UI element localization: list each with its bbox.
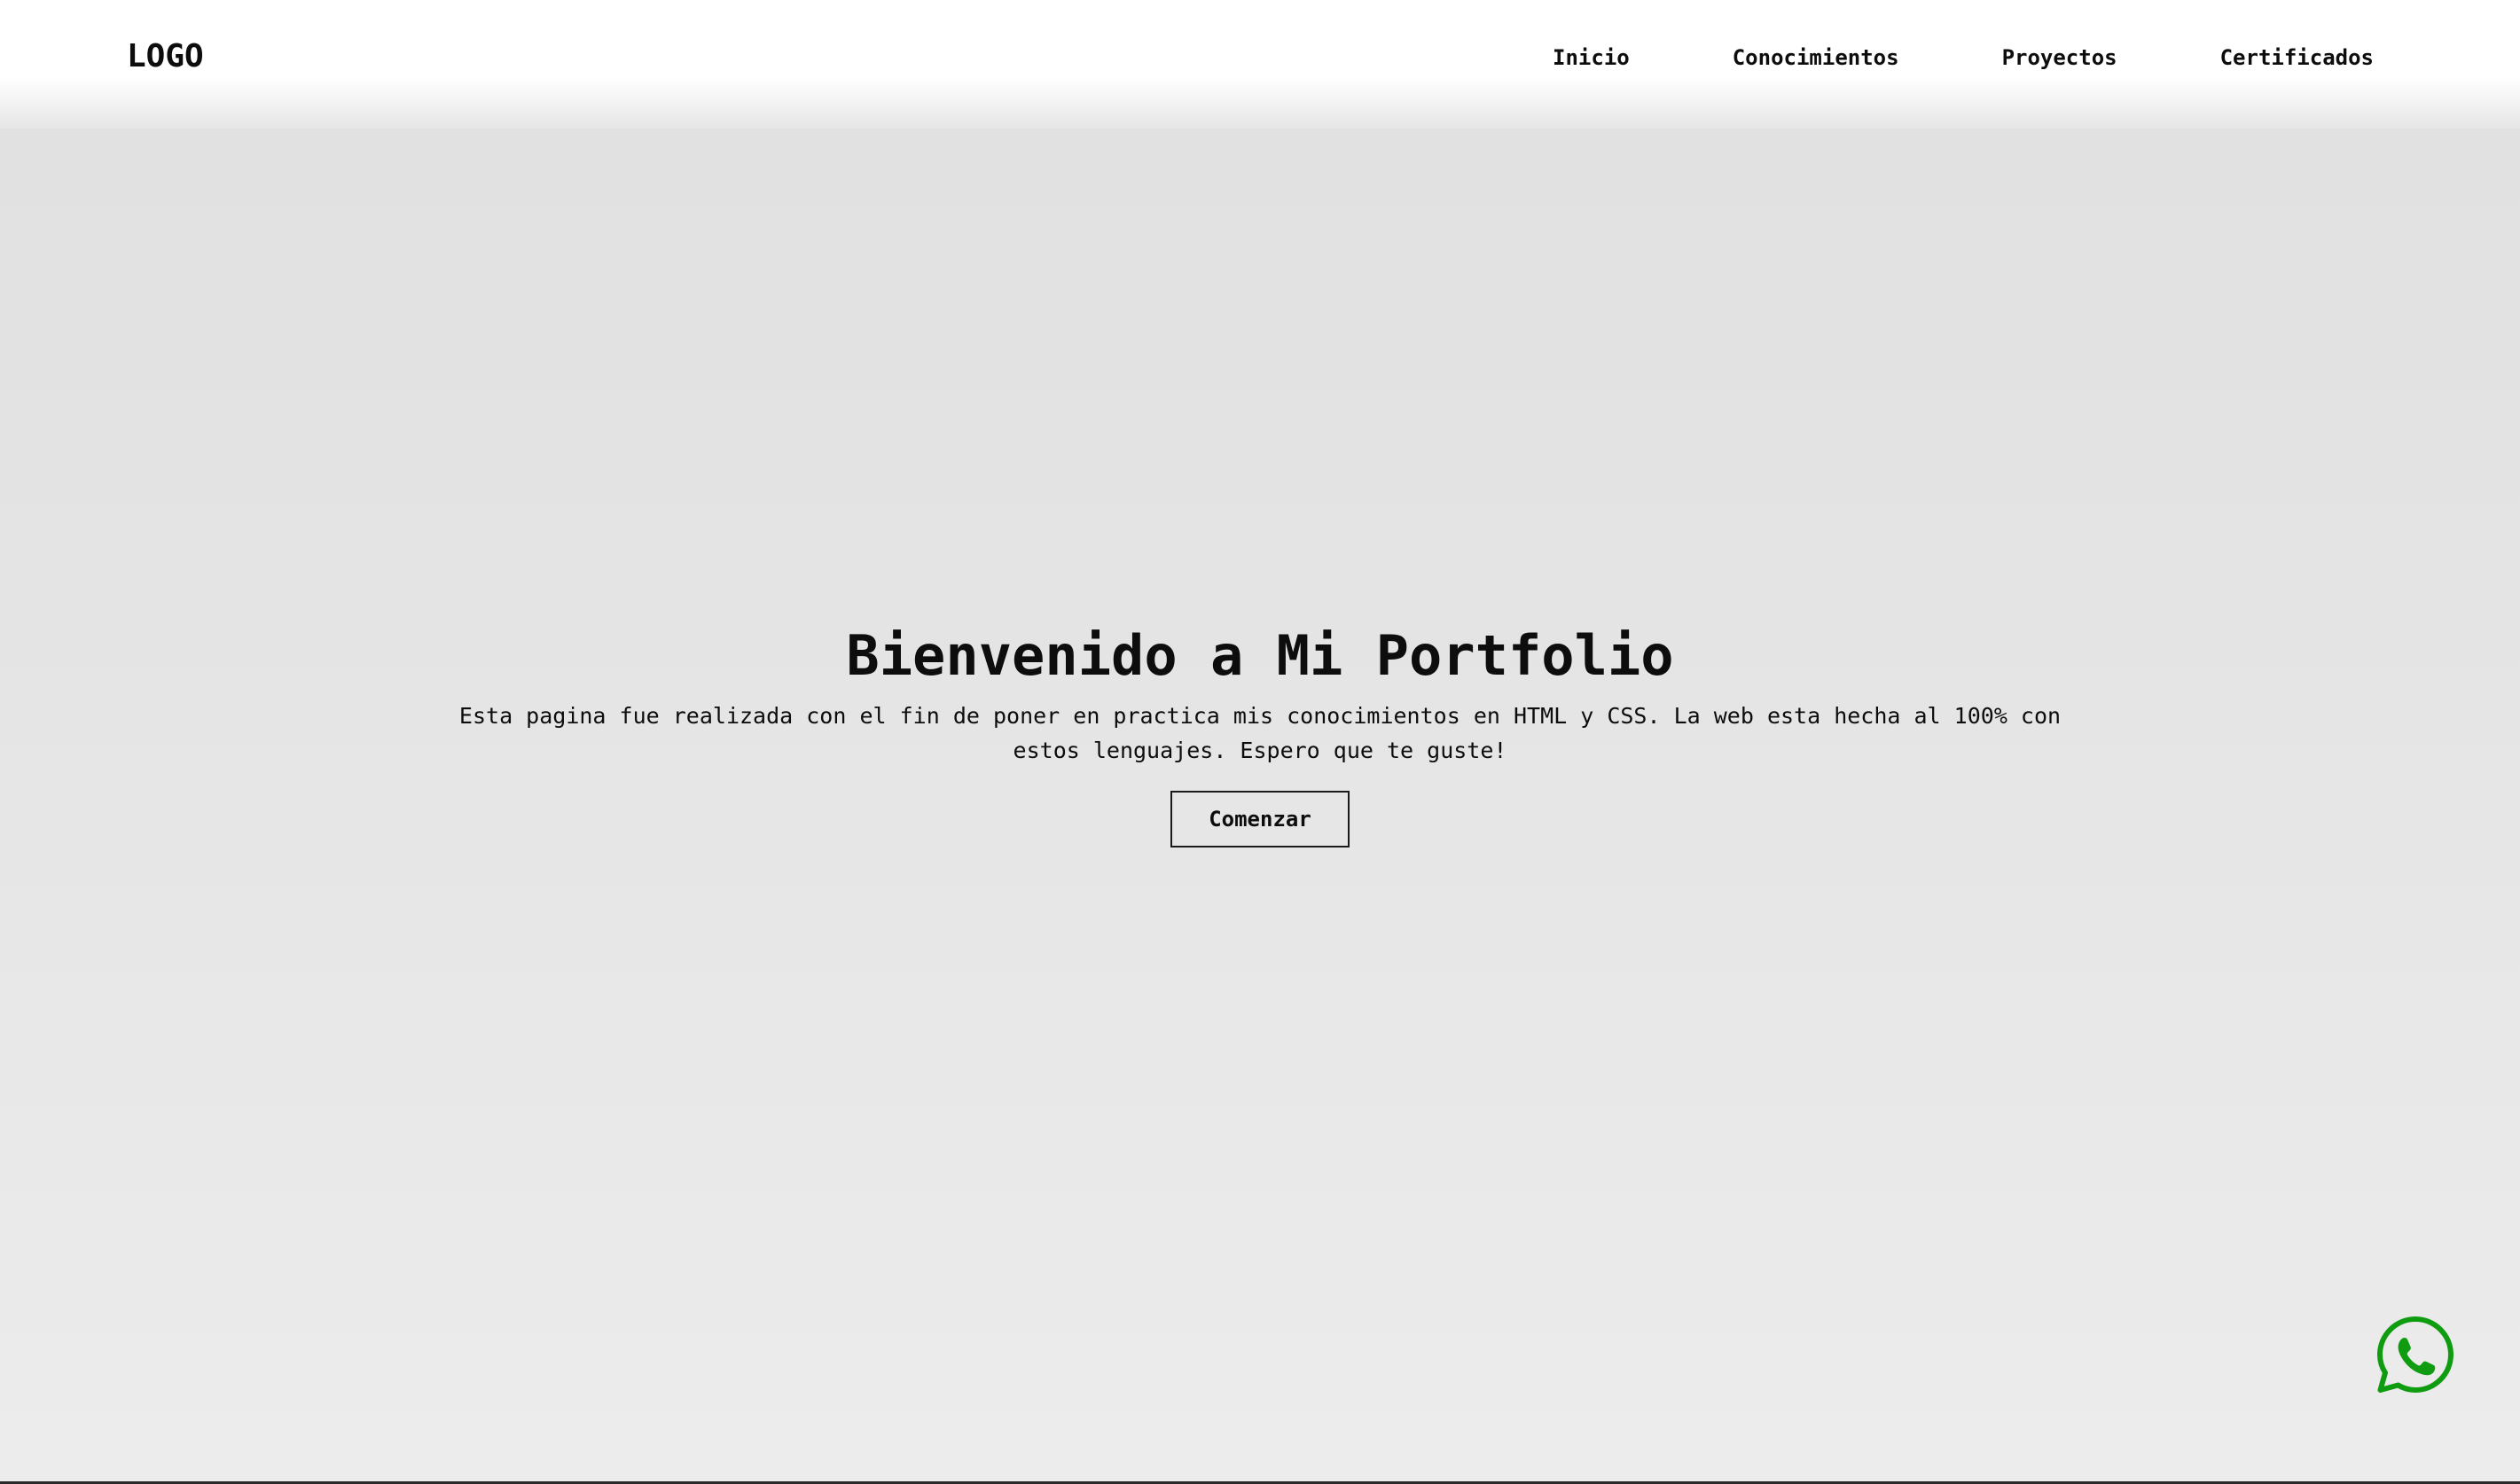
logo[interactable]: LOGO: [127, 37, 204, 76]
page: LOGO Inicio Conocimientos Proyectos Cert…: [0, 0, 2520, 1484]
hero-description: Esta pagina fue realizada con el fin de …: [458, 703, 2062, 763]
whatsapp-button[interactable]: [2375, 1314, 2456, 1395]
whatsapp-icon: [2377, 1316, 2453, 1393]
comenzar-button[interactable]: Comenzar: [1170, 791, 1350, 847]
hero-title: Bienvenido a Mi Portfolio: [846, 623, 1674, 688]
nav-item-inicio[interactable]: Inicio: [1553, 43, 1630, 73]
nav-item-certificados[interactable]: Certificados: [2220, 43, 2374, 73]
site-header: LOGO Inicio Conocimientos Proyectos Cert…: [0, 0, 2520, 129]
hero-section: Bienvenido a Mi Portfolio Esta pagina fu…: [0, 621, 2520, 847]
nav-item-proyectos[interactable]: Proyectos: [2002, 43, 2117, 73]
nav-item-conocimientos[interactable]: Conocimientos: [1733, 43, 1899, 73]
main-nav: Inicio Conocimientos Proyectos Certifica…: [1553, 43, 2374, 73]
